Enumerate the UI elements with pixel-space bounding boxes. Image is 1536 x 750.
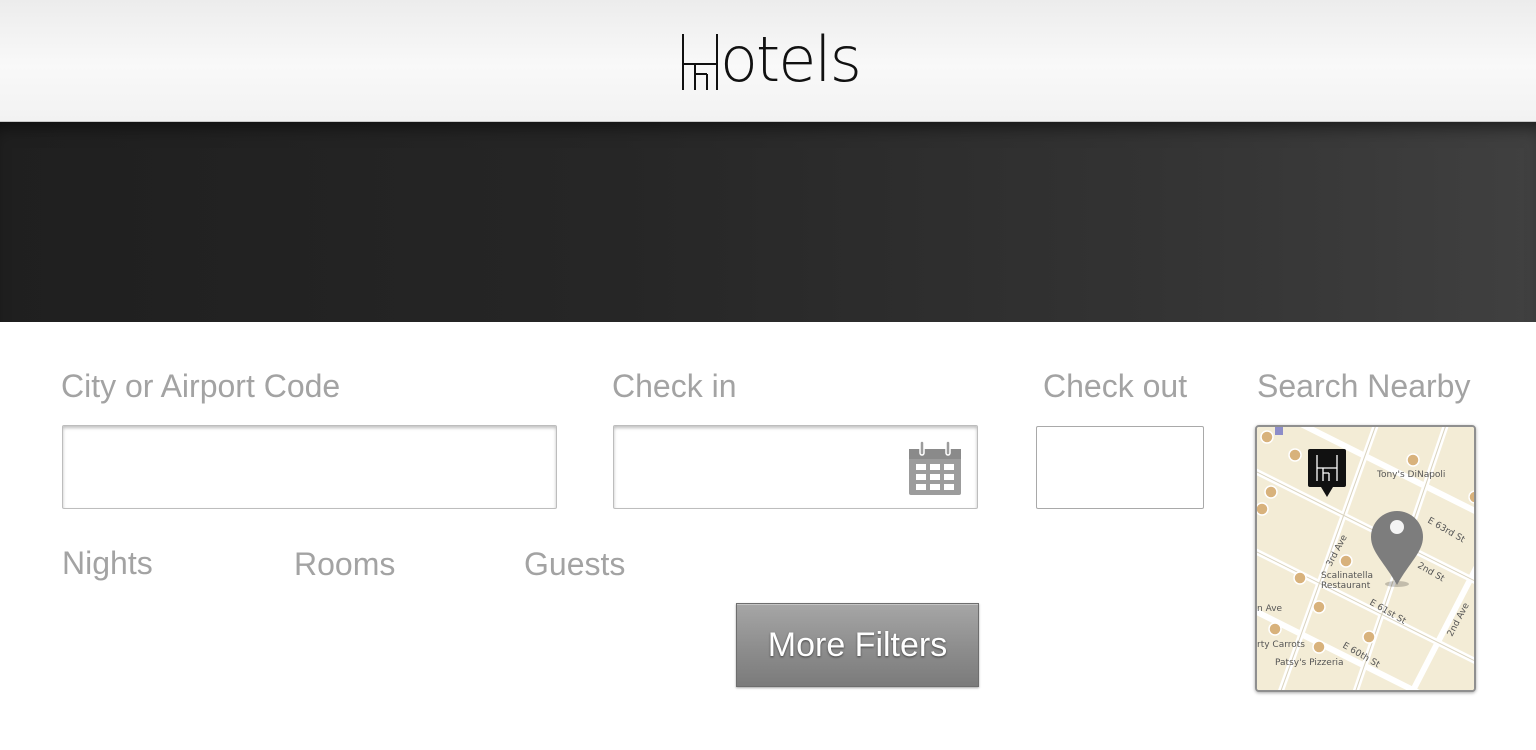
hero-banner — [0, 122, 1536, 322]
more-filters-button[interactable]: More Filters — [736, 603, 979, 687]
map-street-label: n Ave — [1257, 604, 1283, 614]
map-place-label: rty Carrots — [1257, 640, 1305, 650]
city-input[interactable] — [63, 426, 556, 508]
search-nearby-label: Search Nearby — [1257, 368, 1471, 404]
hotels-logo-mark-icon — [682, 34, 718, 90]
checkout-input[interactable] — [1037, 427, 1203, 508]
guests-label: Guests — [524, 546, 626, 582]
checkin-field[interactable] — [613, 425, 978, 509]
search-nearby-map[interactable]: E 63rd St 2nd St E 61st St E 60th St 2nd… — [1255, 425, 1476, 692]
map-place-label: Patsy's Pizzeria — [1275, 658, 1344, 668]
city-label: City or Airport Code — [61, 368, 341, 404]
hotels-logo[interactable]: otels — [681, 23, 862, 96]
city-field[interactable] — [62, 425, 557, 509]
map-place-label: Restaurant — [1321, 581, 1371, 591]
logo-text: otels — [720, 23, 862, 96]
map-place-label: Tony's DiNapoli — [1376, 470, 1445, 480]
map-place-label: Scalinatella — [1321, 571, 1373, 581]
calendar-icon[interactable] — [908, 439, 962, 497]
checkout-label: Check out — [1043, 368, 1188, 404]
checkout-field[interactable] — [1036, 426, 1204, 509]
nights-label: Nights — [62, 545, 153, 581]
rooms-label: Rooms — [294, 546, 396, 582]
checkin-label: Check in — [612, 368, 737, 404]
site-header: otels — [0, 0, 1536, 122]
map-canvas: E 63rd St 2nd St E 61st St E 60th St 2nd… — [1257, 427, 1474, 690]
